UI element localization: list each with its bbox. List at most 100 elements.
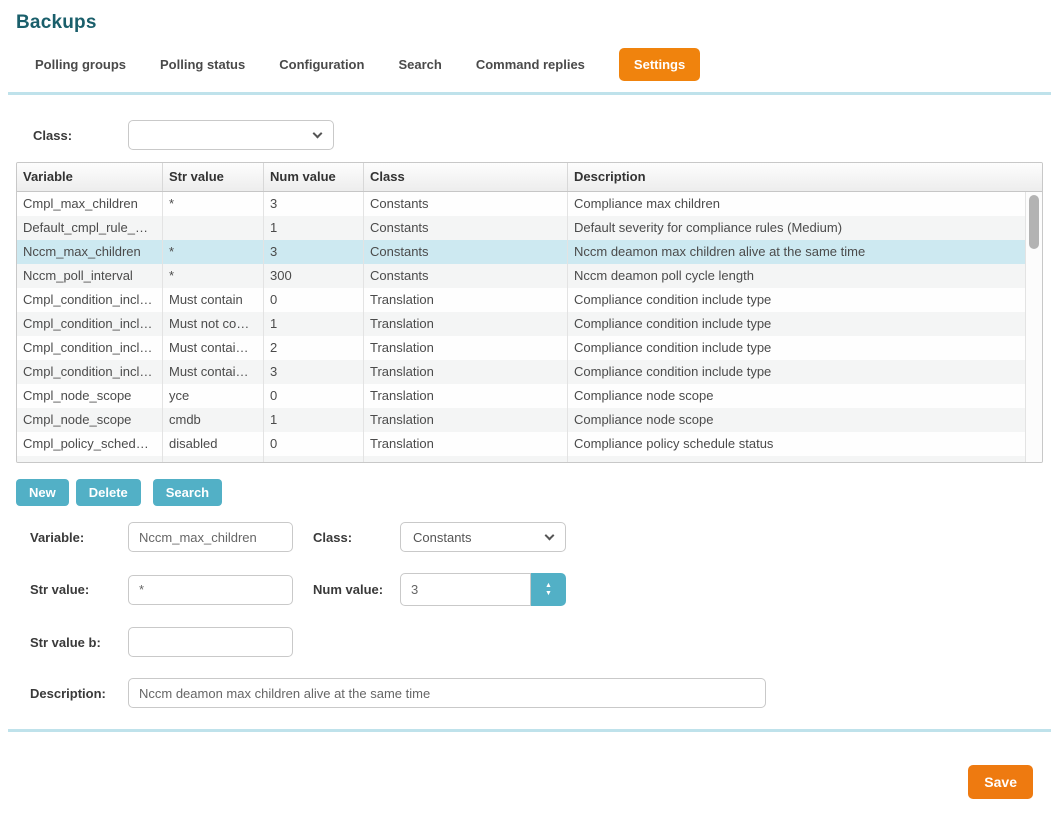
cell-class	[364, 456, 568, 462]
column-header-class[interactable]: Class	[364, 163, 568, 191]
cell-description: Compliance condition include type	[568, 312, 1025, 336]
action-button-row: New Delete Search	[16, 479, 1059, 506]
cell-str-value: *	[163, 264, 264, 288]
tab-configuration[interactable]: Configuration	[279, 57, 364, 72]
class-filter-row: Class:	[0, 120, 1059, 150]
column-header-variable[interactable]: Variable	[17, 163, 163, 191]
number-spinner[interactable]: ▲ ▼	[531, 573, 566, 606]
cell-description: Compliance node scope	[568, 384, 1025, 408]
cell-num-value: 3	[264, 240, 364, 264]
table-row[interactable]: Cmpl_max_children * 3 Constants Complian…	[17, 192, 1025, 216]
table-row[interactable]: Cmpl_condition_incl… Must contain … 2 Tr…	[17, 336, 1025, 360]
table-scrollbar-track[interactable]	[1025, 192, 1042, 462]
description-input[interactable]	[128, 678, 766, 708]
cell-variable: Default_cmpl_rule_s…	[17, 216, 163, 240]
num-value-input[interactable]	[400, 573, 531, 606]
cell-num-value: 0	[264, 384, 364, 408]
cell-description: Compliance condition include type	[568, 288, 1025, 312]
variable-label: Variable:	[30, 530, 128, 545]
str-value-input[interactable]	[128, 575, 293, 605]
tab-command-replies[interactable]: Command replies	[476, 57, 585, 72]
footer-divider	[8, 729, 1051, 732]
cell-num-value: 0	[264, 432, 364, 456]
cell-str-value	[163, 456, 264, 462]
cell-variable: Cmpl_condition_incl…	[17, 312, 163, 336]
cell-description: Compliance node scope	[568, 408, 1025, 432]
table-body: Cmpl_max_children * 3 Constants Complian…	[17, 192, 1025, 462]
search-button[interactable]: Search	[153, 479, 222, 506]
cell-class: Constants	[364, 216, 568, 240]
cell-str-value: cmdb	[163, 408, 264, 432]
cell-description: Nccm deamon poll cycle length	[568, 264, 1025, 288]
table-row[interactable]: Cmpl_node_scope cmdb 1 Translation Compl…	[17, 408, 1025, 432]
tab-polling-status[interactable]: Polling status	[160, 57, 245, 72]
cell-str-value: Must not cont…	[163, 312, 264, 336]
tab-divider	[8, 92, 1051, 95]
table-row[interactable]: Default_cmpl_rule_s… 1 Constants Default…	[17, 216, 1025, 240]
cell-description: Compliance condition include type	[568, 360, 1025, 384]
cell-variable: Cmpl_condition_incl…	[17, 360, 163, 384]
cell-str-value: yce	[163, 384, 264, 408]
cell-str-value: Must contain …	[163, 336, 264, 360]
cell-class: Translation	[364, 408, 568, 432]
table-row[interactable]: Nccm_poll_interval * 300 Constants Nccm …	[17, 264, 1025, 288]
str-value-label: Str value:	[30, 582, 128, 597]
class-select[interactable]: Constants	[400, 522, 566, 552]
column-header-num-value[interactable]: Num value	[264, 163, 364, 191]
cell-variable	[17, 456, 163, 462]
cell-variable: Nccm_poll_interval	[17, 264, 163, 288]
spinner-down-icon[interactable]: ▼	[545, 590, 552, 598]
cell-variable: Cmpl_max_children	[17, 192, 163, 216]
table-row[interactable]: Cmpl_policy_schedu… disabled 0 Translati…	[17, 432, 1025, 456]
tab-search[interactable]: Search	[398, 57, 441, 72]
table-row-partial[interactable]	[17, 456, 1025, 462]
cell-str-value	[163, 216, 264, 240]
table-row[interactable]: Cmpl_condition_incl… Must contain … 3 Tr…	[17, 360, 1025, 384]
cell-description: Default severity for compliance rules (M…	[568, 216, 1025, 240]
cell-variable: Cmpl_condition_incl…	[17, 336, 163, 360]
footer: Save	[0, 765, 1033, 799]
settings-table: Variable Str value Num value Class Descr…	[16, 162, 1043, 463]
cell-variable: Cmpl_policy_schedu…	[17, 432, 163, 456]
cell-description: Nccm deamon max children alive at the sa…	[568, 240, 1025, 264]
cell-description: Compliance max children	[568, 192, 1025, 216]
str-value-b-label: Str value b:	[30, 635, 128, 650]
cell-description	[568, 456, 1025, 462]
cell-description: Compliance policy schedule status	[568, 432, 1025, 456]
cell-str-value: *	[163, 192, 264, 216]
class-filter-select[interactable]	[128, 120, 334, 150]
table-header: Variable Str value Num value Class Descr…	[17, 163, 1042, 192]
variable-input[interactable]	[128, 522, 293, 552]
table-scrollbar-thumb[interactable]	[1029, 195, 1039, 249]
spinner-up-icon[interactable]: ▲	[545, 582, 552, 590]
new-button[interactable]: New	[16, 479, 69, 506]
cell-num-value: 300	[264, 264, 364, 288]
tab-polling-groups[interactable]: Polling groups	[35, 57, 126, 72]
delete-button[interactable]: Delete	[76, 479, 141, 506]
cell-class: Translation	[364, 312, 568, 336]
save-button[interactable]: Save	[968, 765, 1033, 799]
cell-class: Translation	[364, 384, 568, 408]
tab-bar: Polling groups Polling status Configurat…	[35, 48, 1059, 80]
cell-num-value: 1	[264, 216, 364, 240]
cell-class: Constants	[364, 240, 568, 264]
cell-class: Translation	[364, 360, 568, 384]
cell-class: Translation	[364, 288, 568, 312]
cell-variable: Nccm_max_children	[17, 240, 163, 264]
class-label: Class:	[313, 530, 400, 545]
chevron-down-icon	[545, 531, 555, 541]
cell-str-value: *	[163, 240, 264, 264]
cell-num-value: 1	[264, 312, 364, 336]
column-header-description[interactable]: Description	[568, 163, 1042, 191]
cell-num-value: 3	[264, 360, 364, 384]
cell-description: Compliance condition include type	[568, 336, 1025, 360]
table-row[interactable]: Cmpl_node_scope yce 0 Translation Compli…	[17, 384, 1025, 408]
cell-class: Translation	[364, 432, 568, 456]
tab-settings[interactable]: Settings	[619, 48, 700, 81]
table-row[interactable]: Cmpl_condition_incl… Must contain 0 Tran…	[17, 288, 1025, 312]
column-header-str-value[interactable]: Str value	[163, 163, 264, 191]
table-row[interactable]: Cmpl_condition_incl… Must not cont… 1 Tr…	[17, 312, 1025, 336]
table-row[interactable]: Nccm_max_children * 3 Constants Nccm dea…	[17, 240, 1025, 264]
cell-variable: Cmpl_condition_incl…	[17, 288, 163, 312]
str-value-b-input[interactable]	[128, 627, 293, 657]
